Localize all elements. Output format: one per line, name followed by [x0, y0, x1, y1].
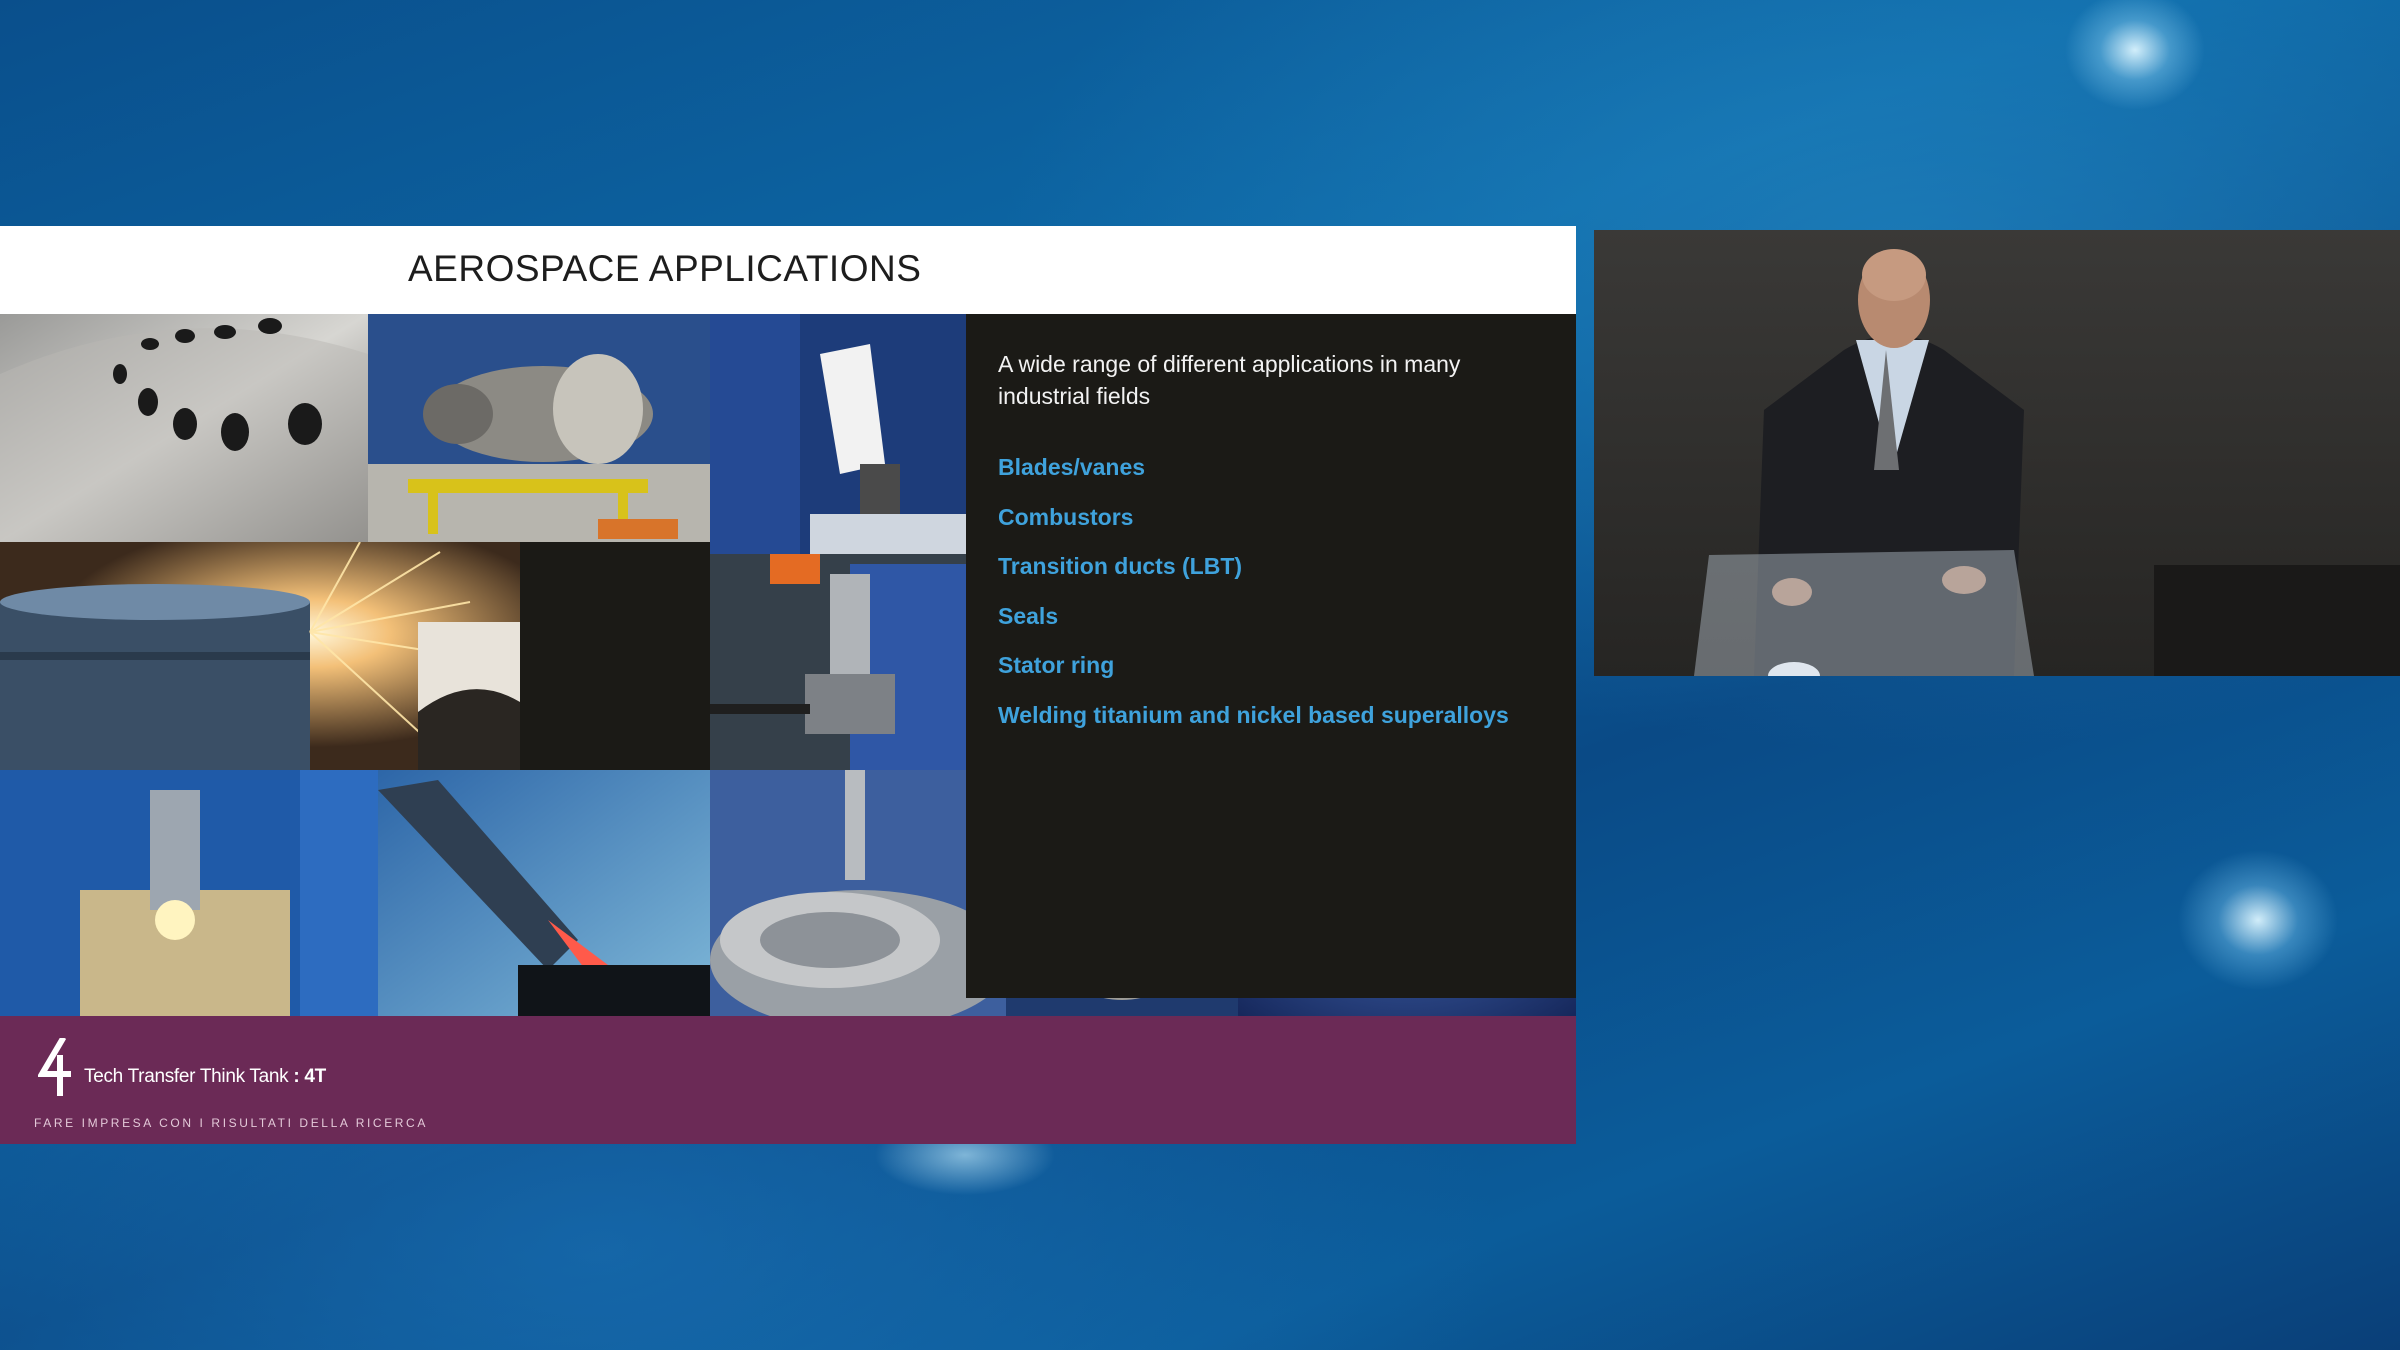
slide-title: AEROSPACE APPLICATIONS	[408, 248, 922, 289]
list-item: Transition ducts (LBT)	[998, 553, 1243, 580]
list-item: Stator ring	[998, 652, 1115, 679]
photo-robot-blade	[710, 314, 966, 554]
slide-footer: Tech Transfer Think Tank : 4T FARE IMPRE…	[0, 1016, 1576, 1144]
photo-laser-nozzle	[378, 770, 710, 1016]
applications-list: Blades/vanes Combustors Transition ducts…	[998, 452, 1509, 750]
photo-ring-fixture	[710, 770, 1006, 1016]
list-item: Seals	[998, 602, 1059, 629]
list-item: Combustors	[998, 503, 1134, 530]
applications-panel: A wide range of different applications i…	[966, 314, 1576, 998]
photo-cladding-machine	[0, 770, 378, 1016]
logo-suffix: 4T	[304, 1066, 326, 1087]
slide-header: AEROSPACE APPLICATIONS	[0, 226, 1576, 314]
list-item: Blades/vanes	[998, 454, 1146, 480]
4t-logo-icon	[38, 1038, 71, 1096]
applications-intro: A wide range of different applications i…	[998, 351, 1461, 409]
logo-text: Tech Transfer Think Tank : 4T	[84, 1066, 326, 1087]
list-item: Welding titanium and nickel based supera…	[998, 701, 1509, 728]
photo-laser-head	[710, 554, 966, 770]
logo-name: Tech Transfer Think Tank	[84, 1066, 289, 1087]
photo-laser-sparks-drum	[0, 542, 520, 770]
speaker-video	[1594, 230, 2400, 676]
photo-engine-test-rig	[368, 314, 710, 542]
photo-perforated-liner	[0, 314, 368, 542]
presentation-slide: AEROSPACE APPLICATIONS A wide range of d…	[0, 226, 1576, 1144]
footer-tagline: FARE IMPRESA CON I RISULTATI DELLA RICER…	[34, 1116, 428, 1130]
